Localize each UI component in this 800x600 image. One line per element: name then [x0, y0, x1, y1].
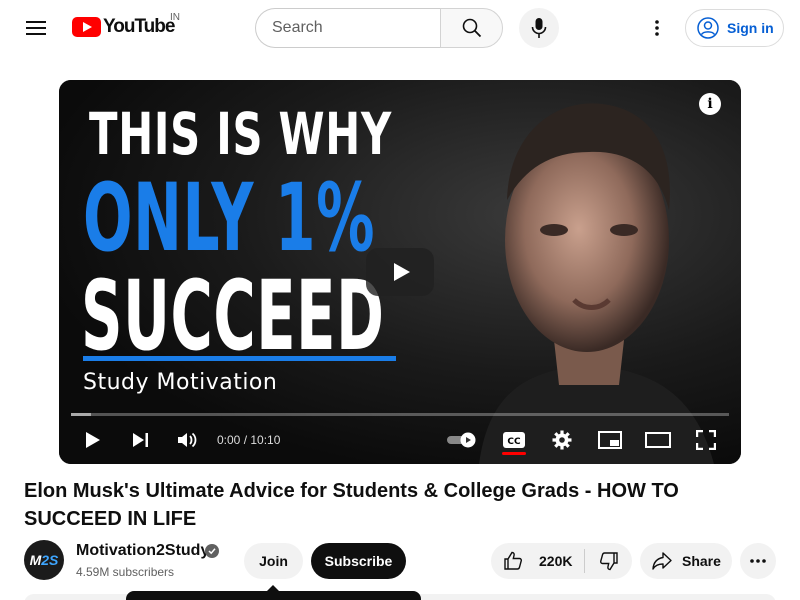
thumbnail-subtitle: Study Motivation — [83, 370, 278, 395]
mute-button[interactable] — [172, 426, 204, 454]
account-circle-icon — [697, 17, 719, 39]
closed-captions-icon: CC — [503, 432, 525, 448]
more-actions-button[interactable] — [740, 543, 776, 579]
next-button[interactable] — [125, 426, 157, 454]
search-box — [255, 8, 503, 48]
thumbs-down-icon — [599, 552, 618, 571]
captions-active-indicator — [502, 452, 526, 455]
dislike-button[interactable] — [585, 543, 632, 579]
fullscreen-icon — [696, 430, 716, 450]
skip-next-icon — [133, 433, 148, 447]
search-icon — [462, 18, 481, 38]
search-button[interactable] — [440, 8, 503, 48]
search-input[interactable] — [255, 8, 440, 48]
captions-button[interactable]: CC — [498, 426, 530, 454]
more-vert-icon — [655, 20, 659, 36]
info-icon[interactable]: i — [699, 93, 721, 115]
more-horiz-icon — [750, 559, 766, 563]
thumbnail-headline-line-1: THIS IS WHY — [89, 100, 392, 168]
avatar-text-a: M — [29, 552, 42, 568]
verified-badge-icon — [205, 544, 219, 558]
gear-icon — [552, 430, 572, 450]
like-count: 220K — [539, 553, 573, 569]
subscribe-button[interactable]: Subscribe — [311, 543, 406, 579]
miniplayer-button[interactable] — [594, 426, 626, 454]
play-button[interactable] — [77, 426, 109, 454]
tooltip — [126, 591, 421, 600]
like-dislike-group: 220K — [491, 543, 632, 579]
channel-name-link[interactable]: Motivation2Study — [76, 542, 209, 560]
video-title: Elon Musk's Ultimate Advice for Students… — [24, 480, 679, 530]
svg-text:CC: CC — [507, 437, 521, 447]
sign-in-button[interactable]: Sign in — [685, 9, 784, 47]
thumbnail-accent-bar — [83, 356, 396, 361]
share-icon — [652, 552, 672, 570]
voice-search-button[interactable] — [519, 8, 559, 48]
autoplay-toggle[interactable] — [445, 426, 481, 454]
sign-in-label: Sign in — [727, 20, 774, 36]
masthead: YouTube IN Sign in — [0, 0, 800, 56]
subscriber-count: 4.59M subscribers — [76, 565, 175, 579]
youtube-play-icon — [72, 17, 101, 37]
guide-menu-button[interactable] — [16, 8, 56, 48]
youtube-logo[interactable]: YouTube — [72, 16, 175, 38]
like-button[interactable]: 220K — [491, 543, 585, 579]
country-code: IN — [170, 12, 180, 23]
large-play-button[interactable] — [366, 248, 434, 296]
play-icon — [86, 432, 100, 448]
fullscreen-button[interactable] — [690, 426, 722, 454]
thumbs-up-icon — [504, 551, 522, 570]
hamburger-icon — [26, 21, 46, 35]
settings-more-button[interactable] — [637, 8, 677, 48]
progress-bar[interactable] — [71, 413, 729, 416]
theater-mode-button[interactable] — [642, 426, 674, 454]
time-display: 0:00 / 10:10 — [217, 433, 281, 447]
avatar-text-b: 2S — [41, 552, 59, 568]
video-player[interactable]: THIS IS WHY ONLY 1% SUCCEED Study Motiva… — [59, 80, 741, 464]
channel-avatar[interactable]: M 2S — [24, 540, 64, 580]
player-controls: 0:00 / 10:10 CC — [59, 420, 741, 460]
thumbnail-headline-line-2: ONLY 1% — [83, 164, 376, 273]
autoplay-toggle-icon — [447, 432, 476, 448]
miniplayer-icon — [598, 431, 622, 449]
join-button[interactable]: Join — [244, 543, 303, 579]
speaker-portrait-image — [479, 103, 714, 464]
microphone-icon — [531, 18, 547, 38]
share-button[interactable]: Share — [640, 543, 732, 579]
share-label: Share — [682, 553, 721, 569]
logo-text: YouTube — [103, 16, 175, 37]
settings-button[interactable] — [546, 426, 578, 454]
volume-icon — [178, 432, 197, 448]
progress-played — [71, 413, 91, 416]
theater-mode-icon — [645, 432, 671, 448]
